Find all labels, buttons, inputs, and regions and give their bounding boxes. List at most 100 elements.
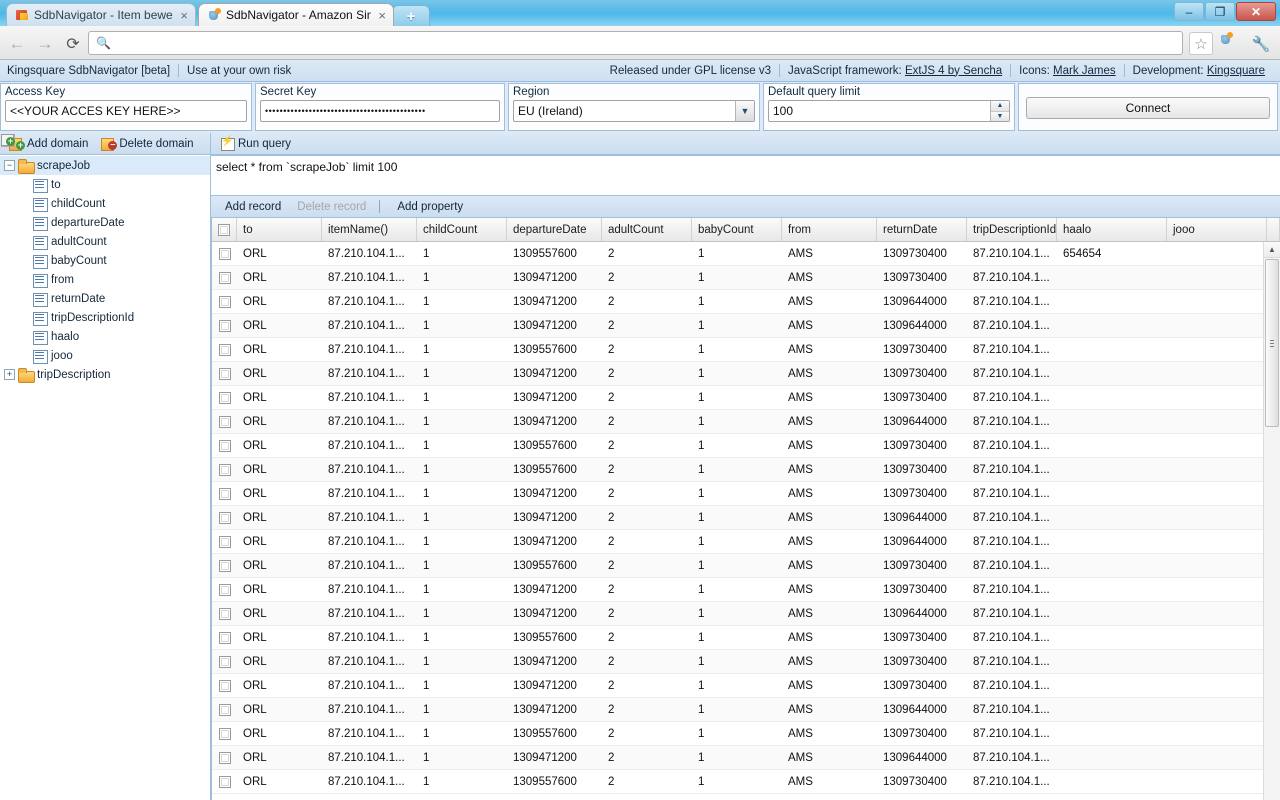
grid-cell-tripdescriptionid[interactable]: 87.210.104.1...: [967, 722, 1057, 745]
spinner-down-icon[interactable]: ▼: [991, 112, 1009, 122]
grid-cell-itemname[interactable]: 87.210.104.1...: [322, 506, 417, 529]
grid-cell-haalo[interactable]: [1057, 314, 1167, 337]
grid-cell-itemname[interactable]: 87.210.104.1...: [322, 266, 417, 289]
grid-cell-returndate[interactable]: 1309644000: [877, 698, 967, 721]
grid-column-header-jooo[interactable]: jooo: [1167, 218, 1267, 241]
grid-cell-adultcount[interactable]: 2: [602, 242, 692, 265]
grid-cell-jooo[interactable]: [1167, 650, 1267, 673]
row-checkbox[interactable]: [219, 584, 231, 596]
grid-cell-adultcount[interactable]: 2: [602, 506, 692, 529]
grid-cell-jooo[interactable]: [1167, 290, 1267, 313]
grid-column-header-childcount[interactable]: childCount: [417, 218, 507, 241]
grid-cell-haalo[interactable]: [1057, 554, 1167, 577]
grid-cell-childcount[interactable]: 1: [417, 242, 507, 265]
grid-cell-adultcount[interactable]: 2: [602, 314, 692, 337]
grid-cell-returndate[interactable]: 1309730400: [877, 722, 967, 745]
grid-cell-adultcount[interactable]: 2: [602, 410, 692, 433]
row-checkbox[interactable]: [219, 752, 231, 764]
grid-cell-babycount[interactable]: 1: [692, 314, 782, 337]
grid-cell-childcount[interactable]: 1: [417, 554, 507, 577]
grid-cell-adultcount[interactable]: 2: [602, 578, 692, 601]
row-checkbox-cell[interactable]: [212, 386, 237, 409]
grid-cell-from[interactable]: AMS: [782, 698, 877, 721]
grid-cell-babycount[interactable]: 1: [692, 650, 782, 673]
grid-cell-jooo[interactable]: [1167, 674, 1267, 697]
table-row[interactable]: ORL87.210.104.1...1130955760021AMS130973…: [212, 554, 1280, 578]
grid-cell-tripdescriptionid[interactable]: 87.210.104.1...: [967, 290, 1057, 313]
chevron-down-icon[interactable]: ▼: [735, 101, 754, 121]
row-checkbox[interactable]: [219, 320, 231, 332]
grid-cell-returndate[interactable]: 1309644000: [877, 410, 967, 433]
grid-cell-from[interactable]: AMS: [782, 674, 877, 697]
grid-cell-departuredate[interactable]: 1309471200: [507, 386, 602, 409]
grid-cell-adultcount[interactable]: 2: [602, 362, 692, 385]
grid-cell-from[interactable]: AMS: [782, 386, 877, 409]
grid-cell-babycount[interactable]: 1: [692, 674, 782, 697]
grid-cell-to[interactable]: ORL: [237, 578, 322, 601]
grid-column-header-departuredate[interactable]: departureDate: [507, 218, 602, 241]
grid-cell-haalo[interactable]: [1057, 746, 1167, 769]
grid-cell-returndate[interactable]: 1309730400: [877, 482, 967, 505]
table-row[interactable]: ORL87.210.104.1...1130947120021AMS130964…: [212, 530, 1280, 554]
grid-cell-childcount[interactable]: 1: [417, 386, 507, 409]
grid-cell-tripdescriptionid[interactable]: 87.210.104.1...: [967, 386, 1057, 409]
tree-node-from[interactable]: from: [0, 270, 210, 289]
grid-cell-from[interactable]: AMS: [782, 362, 877, 385]
grid-cell-jooo[interactable]: [1167, 266, 1267, 289]
grid-cell-itemname[interactable]: 87.210.104.1...: [322, 578, 417, 601]
grid-cell-adultcount[interactable]: 2: [602, 746, 692, 769]
grid-cell-from[interactable]: AMS: [782, 482, 877, 505]
grid-cell-to[interactable]: ORL: [237, 290, 322, 313]
grid-cell-to[interactable]: ORL: [237, 458, 322, 481]
browser-tab-2[interactable]: SdbNavigator - Amazon Sin ×: [198, 3, 394, 26]
grid-cell-departuredate[interactable]: 1309471200: [507, 482, 602, 505]
grid-cell-to[interactable]: ORL: [237, 626, 322, 649]
grid-cell-adultcount[interactable]: 2: [602, 290, 692, 313]
grid-cell-itemname[interactable]: 87.210.104.1...: [322, 554, 417, 577]
grid-cell-haalo[interactable]: [1057, 386, 1167, 409]
grid-cell-childcount[interactable]: 1: [417, 626, 507, 649]
grid-cell-childcount[interactable]: 1: [417, 314, 507, 337]
row-checkbox-cell[interactable]: [212, 602, 237, 625]
grid-cell-haalo[interactable]: [1057, 410, 1167, 433]
grid-cell-childcount[interactable]: 1: [417, 266, 507, 289]
row-checkbox[interactable]: [219, 296, 231, 308]
grid-cell-haalo[interactable]: [1057, 578, 1167, 601]
grid-cell-departuredate[interactable]: 1309557600: [507, 626, 602, 649]
grid-cell-itemname[interactable]: 87.210.104.1...: [322, 530, 417, 553]
grid-cell-tripdescriptionid[interactable]: 87.210.104.1...: [967, 362, 1057, 385]
grid-cell-to[interactable]: ORL: [237, 410, 322, 433]
table-row[interactable]: ORL87.210.104.1...1130955760021AMS130973…: [212, 242, 1280, 266]
grid-cell-childcount[interactable]: 1: [417, 602, 507, 625]
grid-cell-tripdescriptionid[interactable]: 87.210.104.1...: [967, 578, 1057, 601]
grid-cell-childcount[interactable]: 1: [417, 722, 507, 745]
grid-cell-returndate[interactable]: 1309730400: [877, 650, 967, 673]
grid-cell-itemname[interactable]: 87.210.104.1...: [322, 338, 417, 361]
grid-vertical-scrollbar[interactable]: ▲: [1263, 242, 1280, 800]
table-row[interactable]: ORL87.210.104.1...1130947120021AMS130973…: [212, 386, 1280, 410]
bookmark-button[interactable]: ☆: [1189, 32, 1213, 55]
row-checkbox-cell[interactable]: [212, 650, 237, 673]
grid-cell-departuredate[interactable]: 1309471200: [507, 578, 602, 601]
grid-cell-babycount[interactable]: 1: [692, 482, 782, 505]
grid-cell-itemname[interactable]: 87.210.104.1...: [322, 650, 417, 673]
select-all-checkbox-cell[interactable]: [212, 218, 237, 241]
collapse-toggle-icon[interactable]: −: [4, 160, 15, 171]
grid-cell-jooo[interactable]: [1167, 314, 1267, 337]
grid-cell-jooo[interactable]: [1167, 626, 1267, 649]
row-checkbox[interactable]: [219, 416, 231, 428]
grid-cell-jooo[interactable]: [1167, 434, 1267, 457]
grid-cell-departuredate[interactable]: 1309557600: [507, 554, 602, 577]
grid-cell-itemname[interactable]: 87.210.104.1...: [322, 626, 417, 649]
grid-cell-tripdescriptionid[interactable]: 87.210.104.1...: [967, 770, 1057, 793]
grid-cell-adultcount[interactable]: 2: [602, 554, 692, 577]
grid-cell-adultcount[interactable]: 2: [602, 338, 692, 361]
grid-cell-childcount[interactable]: 1: [417, 362, 507, 385]
framework-link[interactable]: ExtJS 4 by Sencha: [905, 65, 1002, 77]
grid-cell-adultcount[interactable]: 2: [602, 434, 692, 457]
grid-cell-haalo[interactable]: [1057, 338, 1167, 361]
grid-cell-returndate[interactable]: 1309644000: [877, 602, 967, 625]
forward-button[interactable]: →: [34, 33, 56, 55]
grid-cell-jooo[interactable]: [1167, 722, 1267, 745]
table-row[interactable]: ORL87.210.104.1...1130955760021AMS130973…: [212, 458, 1280, 482]
